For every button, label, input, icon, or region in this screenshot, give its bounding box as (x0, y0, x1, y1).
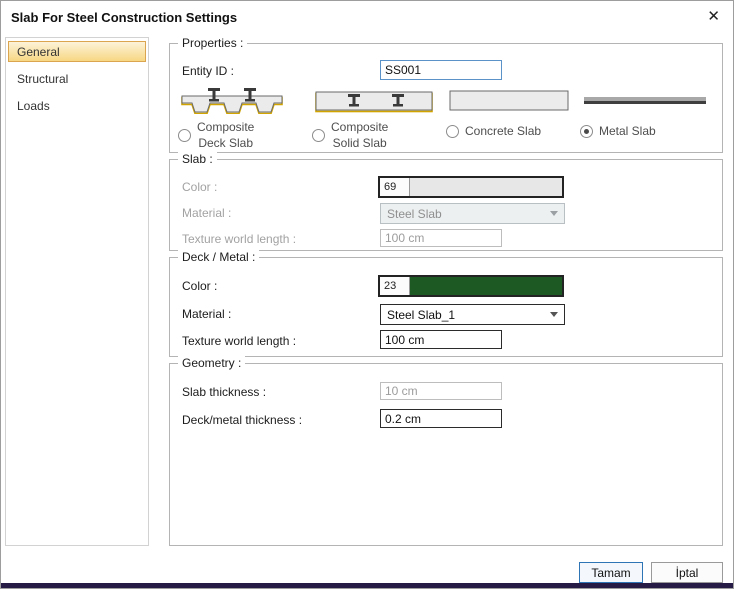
concrete-slab-icon[interactable] (448, 86, 570, 114)
window-title: Slab For Steel Construction Settings (11, 10, 237, 25)
slab-texture-input[interactable] (380, 229, 502, 247)
deck-metal-group-title: Deck / Metal : (178, 250, 259, 264)
sidebar: General Structural Loads (5, 37, 149, 546)
slab-settings-dialog: { "window": { "title": "Slab For Steel C… (0, 0, 734, 589)
cancel-button[interactable]: İptal (651, 562, 723, 583)
deck-color-picker[interactable]: 23 (378, 275, 564, 297)
slab-texture-label: Texture world length : (182, 232, 296, 246)
deck-texture-label: Texture world length : (182, 334, 296, 348)
entity-id-input[interactable] (380, 60, 502, 80)
geometry-group: Geometry : Slab thickness : Deck/metal t… (169, 363, 723, 546)
slab-material-value: Steel Slab (387, 207, 442, 221)
radio-composite-solid-slab[interactable] (312, 129, 325, 142)
entity-id-label: Entity ID : (182, 64, 234, 78)
deck-material-value: Steel Slab_1 (387, 308, 455, 322)
cancel-button-label: İptal (676, 566, 699, 580)
slab-type-label: Composite Deck Slab (197, 120, 254, 151)
sidebar-item-label: Structural (17, 72, 68, 86)
sidebar-item-structural[interactable]: Structural (8, 68, 146, 89)
deck-material-dropdown[interactable]: Steel Slab_1 (380, 304, 565, 325)
deck-color-index: 23 (380, 277, 410, 295)
metal-slab-icon[interactable] (582, 86, 708, 114)
titlebar: Slab For Steel Construction Settings ✕ (1, 1, 733, 33)
slab-color-picker[interactable]: 69 (378, 176, 564, 198)
slab-color-index: 69 (380, 178, 410, 196)
sidebar-item-loads[interactable]: Loads (8, 95, 146, 116)
deck-material-label: Material : (182, 307, 231, 321)
deck-texture-input[interactable] (380, 330, 502, 349)
slab-color-swatch (410, 178, 562, 196)
slab-type-option-composite-deck[interactable]: Composite Deck Slab (178, 120, 294, 151)
chevron-down-icon (550, 312, 558, 317)
slab-type-label: Concrete Slab (465, 124, 541, 140)
slab-type-label: Composite Solid Slab (331, 120, 388, 151)
slab-color-label: Color : (182, 180, 217, 194)
sidebar-item-label: General (17, 45, 60, 59)
chevron-down-icon (550, 211, 558, 216)
properties-group: Properties : Entity ID : Composite Deck … (169, 43, 723, 153)
sidebar-item-label: Loads (17, 99, 50, 113)
slab-material-dropdown[interactable]: Steel Slab (380, 203, 565, 224)
radio-metal-slab[interactable] (580, 125, 593, 138)
geometry-group-title: Geometry : (178, 356, 245, 370)
slab-thickness-input[interactable] (380, 382, 502, 400)
window-bottom-edge (1, 583, 733, 588)
properties-group-title: Properties : (178, 36, 247, 50)
composite-deck-slab-icon[interactable] (180, 86, 284, 114)
slab-type-option-composite-solid[interactable]: Composite Solid Slab (312, 120, 440, 151)
radio-composite-deck-slab[interactable] (178, 129, 191, 142)
ok-button[interactable]: Tamam (579, 562, 643, 583)
slab-type-option-concrete[interactable]: Concrete Slab (446, 124, 578, 140)
slab-group: Slab : Color : 69 Material : Steel Slab … (169, 159, 723, 251)
slab-type-option-metal[interactable]: Metal Slab (580, 124, 712, 140)
slab-thickness-label: Slab thickness : (182, 385, 266, 399)
slab-group-title: Slab : (178, 152, 217, 166)
composite-solid-slab-icon[interactable] (314, 86, 434, 114)
deck-color-swatch (410, 277, 562, 295)
close-icon[interactable]: ✕ (707, 8, 720, 26)
deck-thickness-input[interactable] (380, 409, 502, 428)
radio-concrete-slab[interactable] (446, 125, 459, 138)
slab-type-label: Metal Slab (599, 124, 656, 140)
slab-material-label: Material : (182, 206, 231, 220)
sidebar-item-general[interactable]: General (8, 41, 146, 62)
deck-thickness-label: Deck/metal thickness : (182, 413, 302, 427)
ok-button-label: Tamam (591, 566, 630, 580)
deck-color-label: Color : (182, 279, 217, 293)
deck-metal-group: Deck / Metal : Color : 23 Material : Ste… (169, 257, 723, 357)
